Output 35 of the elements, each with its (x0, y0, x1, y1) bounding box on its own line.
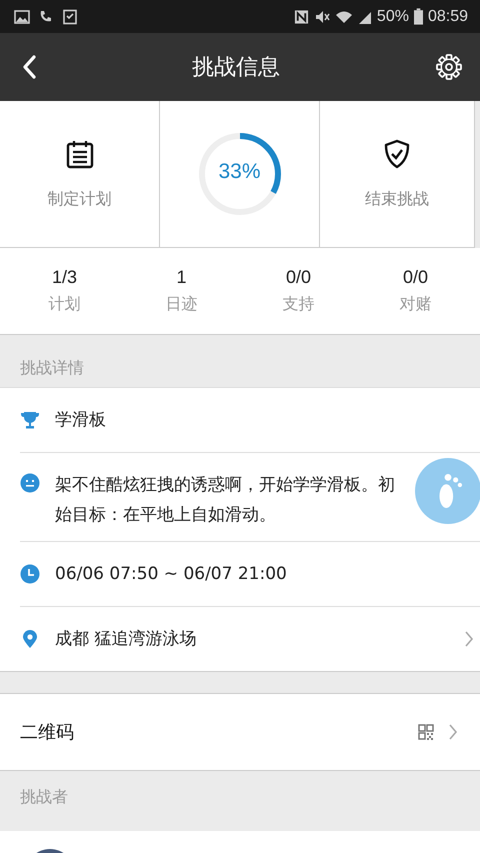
stat-tab[interactable]: 1 日迹 (146, 267, 216, 315)
stat-tab[interactable]: 0/0 对赌 (380, 267, 450, 315)
stat-tab[interactable]: 0/0 支持 (264, 267, 334, 315)
chevron-right-icon (448, 723, 458, 741)
section-title: 挑战者 (20, 786, 68, 808)
section-title: 挑战详情 (20, 358, 84, 379)
location-row[interactable]: 成都 猛追湾游泳场 (20, 607, 480, 671)
mute-icon (314, 8, 330, 24)
shield-check-icon (382, 138, 412, 168)
qr-code-icon (418, 724, 434, 740)
make-plan-button[interactable]: 制定计划 (38, 130, 122, 218)
settings-icon (436, 54, 462, 80)
back-icon (22, 55, 36, 79)
challenge-name: 学滑板 (55, 409, 107, 432)
calendar-icon (64, 138, 94, 168)
face-icon (20, 473, 40, 493)
battery-percentage: 50% (376, 8, 409, 26)
trophy-icon (20, 410, 40, 430)
battery-icon (414, 8, 423, 25)
page-title: 挑战信息 (192, 54, 280, 82)
checklist-icon (62, 8, 78, 24)
chevron-right-icon (464, 630, 474, 648)
location-pin-icon (20, 629, 40, 649)
image-icon (14, 8, 30, 24)
clock-time: 08:59 (428, 8, 468, 26)
nfc-icon (294, 8, 309, 24)
clock-icon (20, 564, 40, 584)
end-challenge-button[interactable]: 结束挑战 (355, 130, 439, 218)
qr-code-row[interactable]: 二维码 (0, 693, 480, 771)
time-range: 06/06 07:50 ~ 06/07 21:00 (55, 563, 288, 586)
wifi-icon (334, 8, 353, 24)
description-text: 架不住酷炫狂拽的诱惑啊，开始学学滑板。初始目标：在平地上自如滑动。 (55, 474, 396, 527)
location-text: 成都 猛追湾游泳场 (55, 628, 198, 651)
stat-tab[interactable]: 1/3 计划 (30, 267, 100, 315)
progress-percentage: 33% (217, 160, 262, 184)
